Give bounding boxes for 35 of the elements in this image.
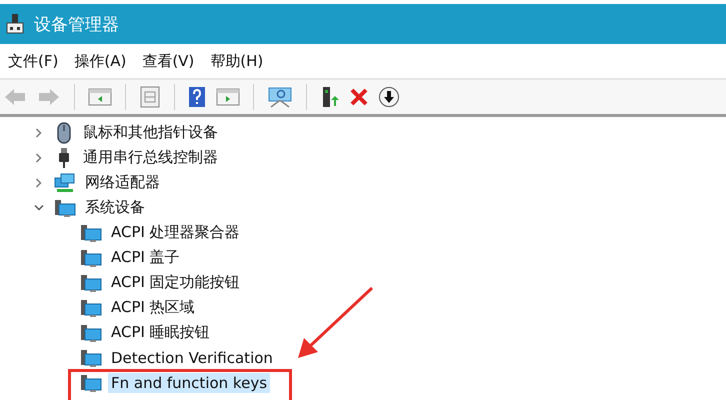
computer-icon: [80, 222, 102, 242]
tree-item[interactable]: 通用串行总线控制器: [80, 147, 221, 168]
menu-item[interactable]: 查看(V): [138, 50, 198, 72]
tree-item[interactable]: ACPI 睡眠按钮: [108, 322, 213, 343]
close-icon: [350, 88, 368, 106]
computer-icon: [80, 272, 102, 292]
panel-icon: [88, 87, 112, 107]
network-icon: [54, 172, 76, 194]
tree-item[interactable]: ACPI 固定功能按钮: [108, 272, 243, 293]
device-update-icon: [320, 86, 340, 108]
monitor-icon: [267, 86, 293, 108]
menu-item[interactable]: 文件(F): [4, 50, 62, 72]
computer-icon: [80, 372, 102, 392]
tree-item[interactable]: ACPI 处理器聚合器: [108, 222, 243, 243]
computer-icon: [80, 322, 102, 342]
tree-item[interactable]: Detection Verification: [108, 348, 276, 368]
menu-item[interactable]: 帮助(H): [206, 50, 268, 72]
menu-item[interactable]: 操作(A): [70, 50, 130, 72]
tree-item[interactable]: ACPI 盖子: [108, 247, 183, 268]
tree-item[interactable]: Fn and function keys: [108, 372, 270, 392]
computer-icon: [54, 198, 76, 218]
tree-item[interactable]: 鼠标和其他指针设备: [80, 122, 221, 143]
tree-item[interactable]: ACPI 热区域: [108, 297, 198, 318]
computer-icon: [80, 298, 102, 318]
panel-icon: [216, 87, 240, 107]
computer-icon: [80, 348, 102, 368]
tree-item[interactable]: 系统设备: [82, 197, 148, 218]
forward-arrow-icon: [37, 87, 61, 107]
tree-item[interactable]: 网络适配器: [82, 172, 163, 193]
device-icon: [6, 13, 24, 35]
back-arrow-icon: [3, 87, 27, 107]
window-title: 设备管理器: [34, 14, 119, 36]
computer-icon: [80, 248, 102, 268]
help-icon: [188, 86, 206, 108]
document-icon: [139, 86, 161, 108]
